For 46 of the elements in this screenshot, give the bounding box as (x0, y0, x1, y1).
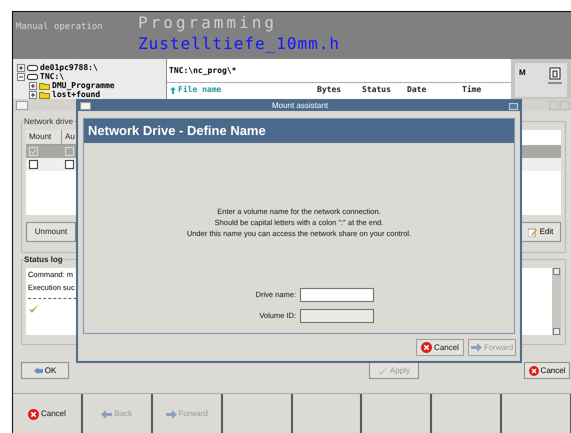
dialog-title: Mount assistant (272, 101, 328, 111)
tree-item[interactable]: de01pc9788:\ (40, 62, 98, 74)
arrow-right-icon (470, 343, 482, 352)
arrow-right-icon (166, 410, 177, 418)
drive-icon (27, 74, 38, 80)
tree-item[interactable]: TNC:\ (40, 70, 64, 82)
cancel-icon (28, 408, 39, 420)
dialog-heading: Network Drive - Define Name (88, 122, 266, 140)
tree-item[interactable]: DMU_Programme (52, 80, 115, 92)
arrow-left-icon (101, 410, 112, 418)
return-arrow-icon (34, 367, 43, 374)
window-icon (80, 102, 91, 110)
maximize-button[interactable] (509, 102, 518, 110)
column-header[interactable]: Mount (26, 130, 62, 145)
path-field: TNC:\nc_prog\* (169, 64, 236, 76)
ok-button[interactable]: OK (21, 362, 69, 379)
column-header[interactable]: Date (407, 84, 426, 96)
mode-letter: M (519, 67, 526, 79)
edit-button[interactable]: Edit (520, 222, 561, 242)
cancel-icon (421, 342, 432, 353)
expander-icon[interactable] (29, 82, 37, 90)
tree-item[interactable]: lost+found (52, 88, 100, 99)
pencil-icon (528, 228, 538, 236)
checkmark-icon (28, 302, 40, 314)
sort-arrow-icon (170, 86, 176, 94)
expander-icon[interactable] (29, 90, 37, 98)
window-icon (16, 100, 28, 110)
unmount-button[interactable]: Unmount (26, 222, 76, 242)
checkmark-icon (378, 366, 388, 375)
column-header[interactable]: Status (362, 84, 391, 96)
file-name: Zustelltiefe_10mm.h (138, 33, 340, 55)
column-header[interactable]: Time (462, 84, 482, 96)
checkbox[interactable] (29, 160, 38, 169)
expander-icon[interactable] (17, 72, 25, 80)
column-header[interactable]: Bytes (317, 84, 342, 96)
expander-icon[interactable] (17, 64, 25, 72)
program-title: Programming (138, 13, 278, 33)
scrollbar (552, 268, 561, 335)
checkbox[interactable] (65, 160, 74, 169)
cancel-button[interactable]: Cancel (524, 362, 570, 379)
mode-label: Manual operation (16, 22, 103, 32)
group-label: Status log (24, 254, 63, 266)
cancel-button[interactable]: Cancel (416, 339, 464, 356)
cancel-icon (528, 366, 539, 376)
text-field[interactable] (300, 288, 374, 302)
drive-icon (27, 64, 38, 70)
